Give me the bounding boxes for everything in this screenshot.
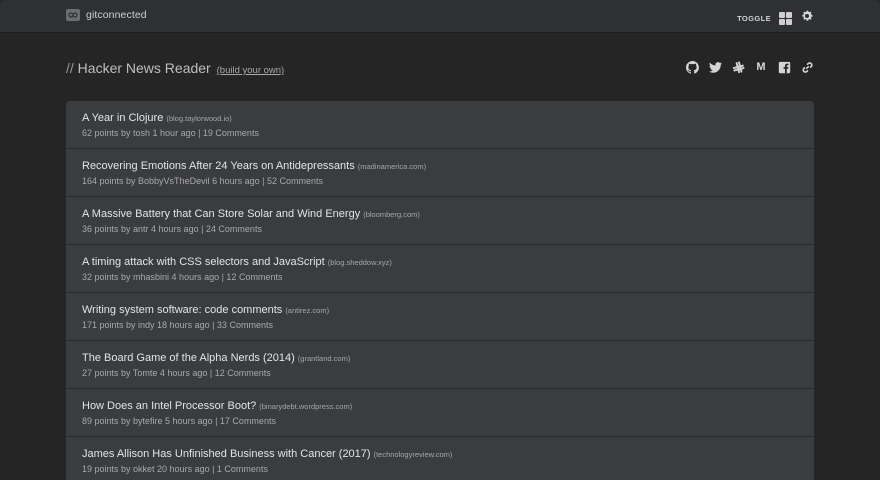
brand-name: gitconnected (86, 9, 147, 21)
story-domain: (blog.sheddow.xyz) (327, 258, 392, 267)
top-bar: gitconnected TOGGLE (0, 0, 880, 33)
story-meta[interactable]: 89 points by bytefire 5 hours ago | 17 C… (82, 416, 798, 426)
story-title-link[interactable]: A timing attack with CSS selectors and J… (82, 256, 325, 268)
story-meta[interactable]: 32 points by mhasbini 4 hours ago | 12 C… (82, 272, 798, 282)
story-item: The Board Game of the Alpha Nerds (2014)… (66, 341, 814, 389)
build-your-own-link[interactable]: (build your own) (217, 65, 285, 76)
story-meta[interactable]: 19 points by okket 20 hours ago | 1 Comm… (82, 464, 798, 474)
brand[interactable]: gitconnected (66, 9, 147, 21)
story-meta[interactable]: 62 points by tosh 1 hour ago | 19 Commen… (82, 128, 798, 138)
header-row: // Hacker News Reader (build your own) M (66, 60, 814, 78)
story-item: A Massive Battery that Can Store Solar a… (66, 197, 814, 245)
story-item: James Allison Has Unfinished Business wi… (66, 437, 814, 480)
slack-icon[interactable] (731, 60, 745, 74)
story-domain: (bloomberg.com) (363, 210, 420, 219)
story-title-link[interactable]: The Board Game of the Alpha Nerds (2014) (82, 352, 295, 364)
settings-gear-icon[interactable] (800, 9, 814, 28)
story-domain: (madinamerica.com) (357, 162, 427, 171)
story-domain: (blog.taylorwood.io) (166, 114, 232, 123)
story-domain: (antirez.com) (285, 306, 330, 315)
link-icon[interactable] (800, 60, 814, 74)
story-title-link[interactable]: How Does an Intel Processor Boot? (82, 400, 256, 412)
story-item: A Year in Clojure (blog.taylorwood.io) 62… (66, 101, 814, 149)
story-title-link[interactable]: A Massive Battery that Can Store Solar a… (82, 208, 360, 220)
medium-icon[interactable]: M (754, 60, 768, 74)
grid-view-icon[interactable] (779, 12, 792, 25)
story-domain: (technologyreview.com) (373, 450, 453, 459)
github-icon[interactable] (685, 60, 699, 74)
story-item: A timing attack with CSS selectors and J… (66, 245, 814, 293)
story-title-link[interactable]: A Year in Clojure (82, 112, 163, 124)
story-domain: (binarydebt.wordpress.com) (259, 402, 353, 411)
story-meta[interactable]: 27 points by Tomte 4 hours ago | 12 Comm… (82, 368, 798, 378)
story-title-link[interactable]: Recovering Emotions After 24 Years on An… (82, 160, 355, 172)
page-title: // Hacker News Reader (build your own) (66, 60, 284, 76)
story-list: A Year in Clojure (blog.taylorwood.io) 62… (66, 101, 814, 480)
title-text: Hacker News Reader (77, 60, 211, 76)
story-meta[interactable]: 36 points by antr 4 hours ago | 24 Comme… (82, 224, 798, 234)
top-right-controls: TOGGLE (737, 9, 814, 28)
story-item: Recovering Emotions After 24 Years on An… (66, 149, 814, 197)
gitconnected-logo-icon (66, 9, 80, 21)
story-meta[interactable]: 164 points by BobbyVsTheDevil 6 hours ag… (82, 176, 798, 186)
story-title-link[interactable]: James Allison Has Unfinished Business wi… (82, 448, 371, 460)
twitter-icon[interactable] (708, 60, 722, 74)
story-title-link[interactable]: Writing system software: code comments (82, 304, 282, 316)
facebook-icon[interactable] (777, 60, 791, 74)
story-item: Writing system software: code comments (a… (66, 293, 814, 341)
story-meta[interactable]: 171 points by indy 18 hours ago | 33 Com… (82, 320, 798, 330)
toggle-button[interactable]: TOGGLE (737, 14, 771, 23)
story-domain: (grantland.com) (297, 354, 351, 363)
social-links: M (685, 60, 814, 74)
title-slashes: // (66, 60, 74, 76)
story-item: How Does an Intel Processor Boot? (binary… (66, 389, 814, 437)
app-window: gitconnected TOGGLE // Hacker News Reade… (0, 0, 880, 480)
